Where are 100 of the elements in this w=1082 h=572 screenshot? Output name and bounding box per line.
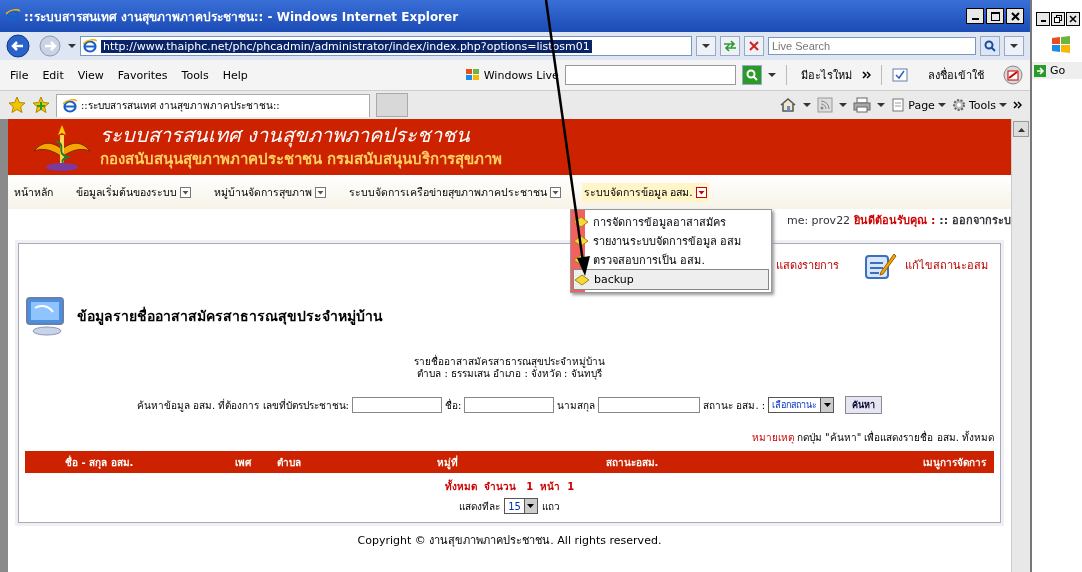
show-list-link[interactable]: แสดงรายการ (776, 256, 839, 274)
scroll-up-icon[interactable] (1017, 126, 1025, 132)
search-button[interactable] (980, 36, 1000, 56)
dropdown-menu-item[interactable]: การจัดการข้อมูลอาสาสมัคร (573, 212, 769, 231)
maximize-button[interactable] (986, 8, 1004, 24)
menu-item[interactable]: View (73, 68, 108, 82)
id-number-field[interactable] (351, 397, 442, 413)
page-size-label: แสดงทีละ (459, 499, 501, 514)
caret-icon[interactable] (839, 102, 848, 108)
site-title: ระบบสารสนเทศ งานสุขภาพภาคประชาชน (100, 123, 472, 147)
search-field[interactable]: Live Search (768, 37, 976, 55)
last-name-field[interactable] (598, 397, 701, 413)
close-icon (1069, 15, 1077, 23)
printer-icon[interactable] (853, 97, 872, 113)
dropdown-menu-item[interactable]: รายงานระบบจัดการข้อมูล อสม (573, 231, 769, 250)
copyright-text: Copyright © งานสุขภาพภาคประชาชน. All rights reserved. (356, 533, 663, 549)
caret-icon[interactable] (999, 102, 1007, 108)
arrow-icon (1034, 64, 1046, 77)
last-name-label: นามสกุล (557, 398, 596, 413)
menu-item[interactable]: File (6, 68, 33, 82)
nav-menu-item[interactable]: ข้อมูลเริ่มต้นของระบบ (74, 182, 193, 202)
caret-icon[interactable] (768, 72, 777, 78)
nav-menu-item[interactable]: ระบบจัดการข้อมูล อสม. (582, 182, 709, 202)
status-select[interactable]: เลือกสถานะ (768, 397, 835, 413)
edit-status-link[interactable]: แก้ไขสถานะอสม (905, 256, 988, 274)
minimize-button[interactable] (966, 8, 984, 24)
search-submit-button[interactable]: ค้นหา (845, 396, 883, 414)
column-header[interactable]: สถานะอสม. (557, 454, 707, 470)
logout-link[interactable]: :: ออกจากระบ (939, 211, 1011, 229)
gear-icon (951, 98, 966, 112)
status-label: สถานะ อสม. : (703, 398, 766, 413)
checkbox-icon[interactable] (892, 68, 909, 82)
first-name-label: ชื่อ: (444, 397, 462, 413)
close-icon (1010, 11, 1020, 21)
chevron-icon[interactable] (862, 71, 872, 79)
nav-menu-item[interactable]: หมู่บ้านจัดการสุขภาพ (212, 182, 328, 202)
maximize-icon (990, 11, 1000, 21)
caret-icon[interactable] (877, 102, 886, 108)
menu-item[interactable]: Help (218, 68, 252, 82)
welcome-text: ยินดีต้อนรับคุณ : (854, 213, 936, 229)
go-button[interactable]: Go (1032, 62, 1082, 79)
minimize-button[interactable] (1036, 12, 1050, 26)
search-button[interactable] (742, 65, 763, 85)
caret-icon[interactable] (702, 43, 710, 49)
pdf-icon[interactable] (1002, 65, 1024, 85)
page-menu-button[interactable]: Page (891, 98, 946, 112)
column-header[interactable]: ชื่อ - สกุล อสม. (25, 454, 215, 470)
username-label: me: prov22 (786, 213, 851, 227)
sign-in-link[interactable]: ลงชื่อเข้าใช้ (924, 66, 989, 84)
subheading-text: รายชื่ออาสาสมัครสาธารณสุขประจำหมู่บ้าน (413, 356, 606, 368)
page-icon (83, 39, 97, 53)
close-button[interactable] (1066, 12, 1080, 26)
chevron-icon[interactable] (1013, 101, 1022, 109)
home-icon[interactable] (779, 97, 798, 113)
add-favorite-icon[interactable] (32, 96, 50, 114)
caret-icon[interactable] (68, 43, 76, 49)
dropdown-button[interactable] (696, 36, 716, 56)
dropdown-button[interactable] (1004, 36, 1024, 56)
caret-icon (823, 402, 831, 408)
refresh-icon (723, 40, 737, 52)
restore-button[interactable] (1051, 12, 1065, 26)
column-header[interactable]: เพศ (215, 454, 271, 470)
nav-menu-item[interactable]: ระบบจัดการเครือข่ายสุขภาพภาคประชาชน (347, 182, 563, 202)
search-icon (746, 69, 759, 81)
page-heading: ข้อมูลรายชื่ออาสาสมัครสาธารณสุขประจำหมู่บ้าน (77, 305, 383, 327)
nav-menu-item[interactable]: หน้าหลัก (12, 182, 55, 202)
minimize-icon (1040, 20, 1046, 22)
close-button[interactable] (1006, 8, 1024, 24)
menu-item[interactable]: Edit (38, 68, 68, 82)
windows-flag-icon (1050, 34, 1072, 54)
caret-icon[interactable] (937, 102, 946, 108)
tools-menu-button[interactable]: Tools (951, 98, 1007, 112)
search-icon (984, 40, 996, 52)
id-number-label: ค้นหาข้อมูล อสม. ที่ต้องการ เลขที่บัตรประชาชน: (136, 397, 349, 413)
whats-new-link[interactable]: มีอะไรใหม่ (797, 66, 857, 84)
record-summary: ทั้งหมด จำนวน 1 หน้า 1 (443, 479, 576, 494)
live-search-field[interactable] (564, 65, 737, 85)
vertical-scrollbar[interactable] (1011, 119, 1030, 572)
stop-button[interactable] (744, 36, 764, 56)
caret-icon[interactable] (803, 102, 812, 108)
feed-icon[interactable] (817, 97, 834, 113)
window-title: ::ระบบสารสนเทศ งานสุขภาพภาคประชาชน:: - Windows Internet Explorer (24, 8, 460, 26)
page-size-select[interactable]: 15 (504, 498, 538, 514)
page-icon (891, 98, 906, 112)
star-icon[interactable] (8, 96, 26, 114)
column-header[interactable]: ตำบล (271, 454, 437, 470)
close-icon (749, 41, 759, 51)
address-field[interactable]: http://www.thaiphc.net/phc/phcadmin/administrator/index/index.php?options=listosm01 (80, 36, 692, 56)
caret-icon (527, 503, 535, 509)
rows-label: แถว (541, 499, 560, 514)
caret-icon[interactable] (1010, 43, 1018, 49)
column-header[interactable]: เมนูการจัดการ (707, 454, 994, 470)
dropdown-menu-item[interactable]: backup (573, 269, 769, 290)
page-icon (63, 98, 77, 113)
browser-tab[interactable]: ::ระบบสารสนเทศ งานสุขภาพภาคประชาชน:: (56, 93, 370, 117)
menu-item[interactable]: Tools (177, 68, 213, 82)
column-header[interactable]: หมู่ที่ (437, 454, 557, 470)
first-name-field[interactable] (464, 397, 555, 413)
menu-item[interactable]: Favorites (113, 68, 172, 82)
restore-icon (1054, 15, 1062, 23)
